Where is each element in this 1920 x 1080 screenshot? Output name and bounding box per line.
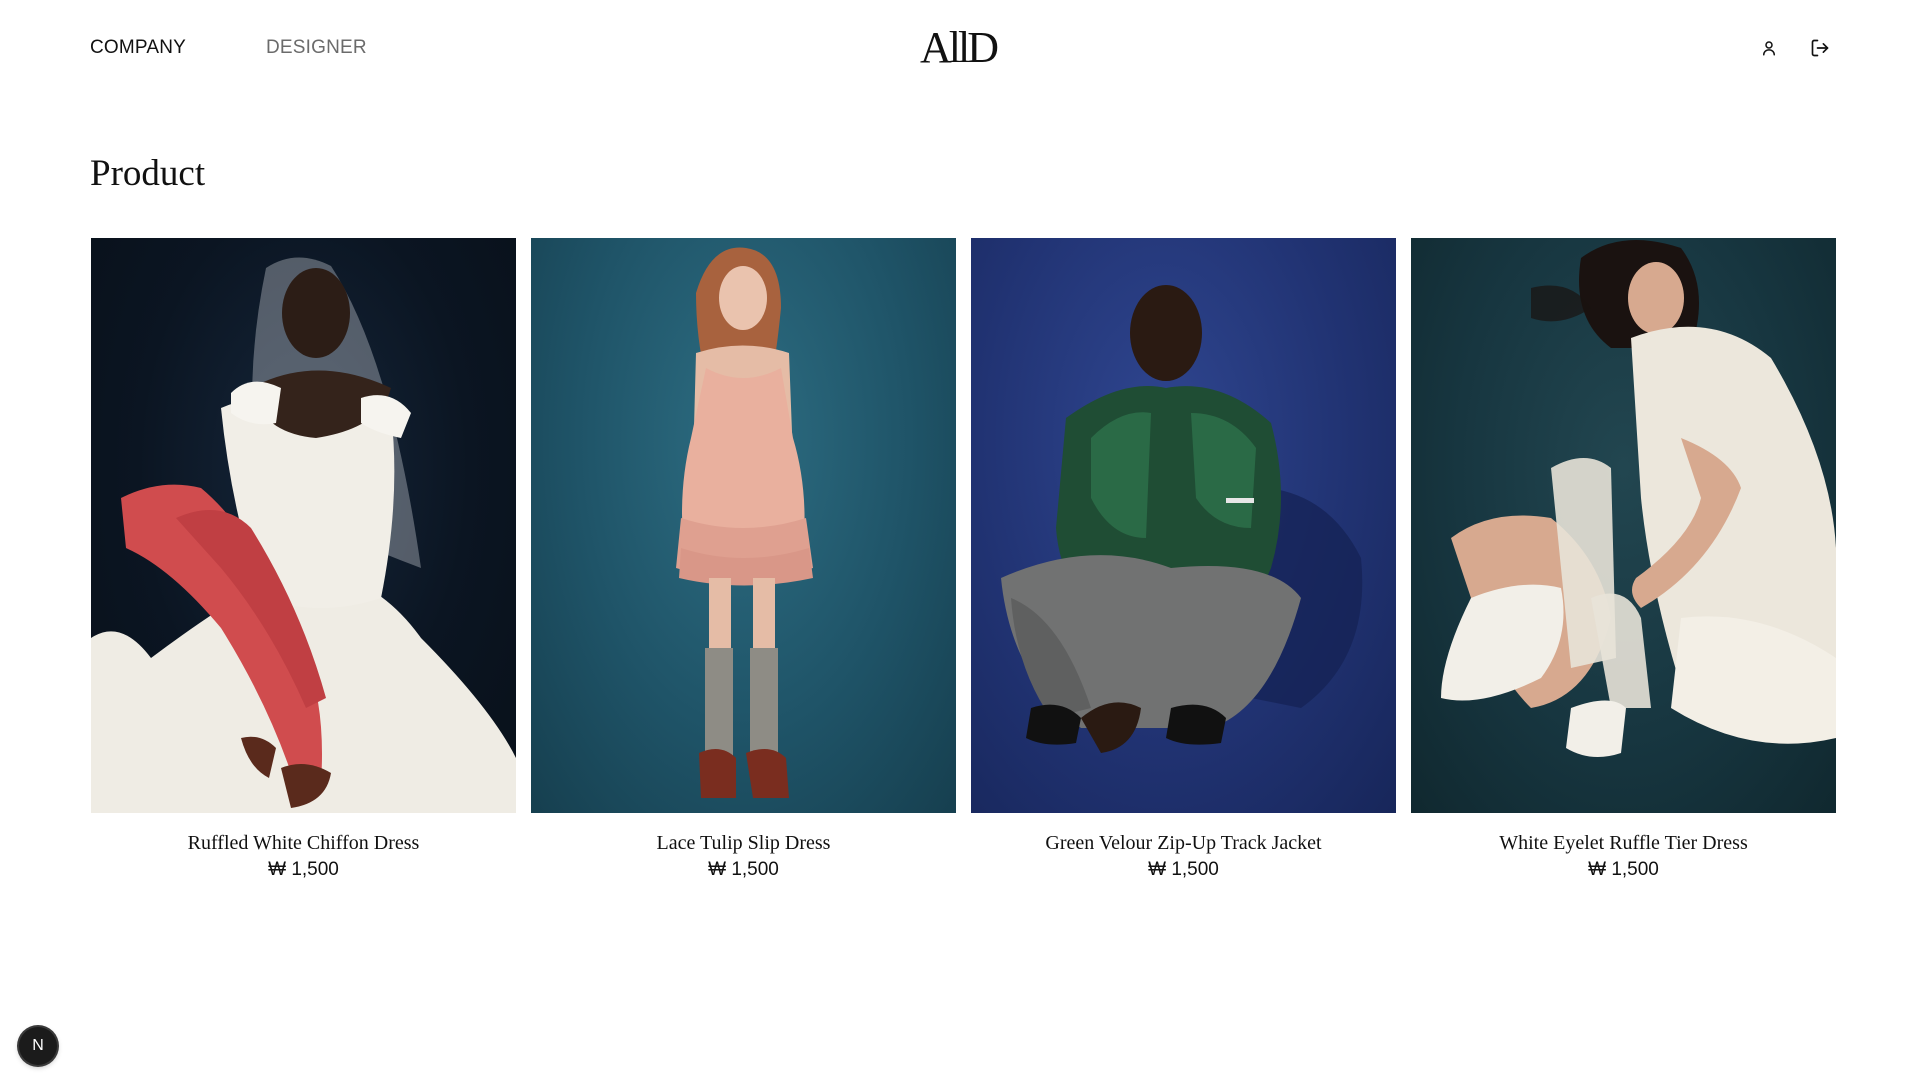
product-card[interactable]: White Eyelet Ruffle Tier Dress ₩ 1,500 — [1411, 238, 1836, 882]
product-photo-figure — [1441, 240, 1836, 757]
product-image[interactable] — [91, 238, 516, 813]
site-header: COMPANY DESIGNER AllD — [0, 0, 1920, 96]
product-image[interactable] — [971, 238, 1396, 813]
product-image[interactable] — [1411, 238, 1836, 813]
product-grid: Ruffled White Chiffon Dress ₩ 1,500 Lace… — [91, 238, 1840, 882]
product-card[interactable]: Ruffled White Chiffon Dress ₩ 1,500 — [91, 238, 516, 882]
product-card[interactable]: Lace Tulip Slip Dress ₩ 1,500 — [531, 238, 956, 882]
product-name[interactable]: Ruffled White Chiffon Dress — [188, 830, 420, 856]
logout-button[interactable] — [1808, 36, 1832, 60]
product-price: ₩ 1,500 — [1588, 859, 1659, 880]
product-photo-figure — [1001, 285, 1363, 753]
dev-tools-badge[interactable]: N — [19, 1027, 57, 1065]
product-image[interactable] — [531, 238, 956, 813]
nav-link-designer[interactable]: DESIGNER — [266, 37, 367, 59]
product-name[interactable]: Lace Tulip Slip Dress — [657, 830, 831, 856]
product-photo-figure — [676, 247, 813, 798]
user-icon — [1763, 41, 1775, 56]
nav-link-company[interactable]: COMPANY — [90, 37, 186, 59]
product-price: ₩ 1,500 — [268, 859, 339, 880]
user-button[interactable] — [1757, 36, 1781, 60]
site-logo[interactable]: AllD — [920, 24, 999, 72]
product-price: ₩ 1,500 — [708, 859, 779, 880]
product-photo-figure — [91, 257, 516, 813]
product-card[interactable]: Green Velour Zip-Up Track Jacket ₩ 1,500 — [971, 238, 1396, 882]
page: COMPANY DESIGNER AllD Product Ruffled Wh… — [0, 0, 1920, 1080]
page-title: Product — [90, 153, 206, 194]
product-name[interactable]: White Eyelet Ruffle Tier Dress — [1499, 830, 1747, 856]
logout-icon — [1811, 39, 1829, 57]
product-name[interactable]: Green Velour Zip-Up Track Jacket — [1045, 830, 1321, 856]
product-price: ₩ 1,500 — [1148, 859, 1219, 880]
